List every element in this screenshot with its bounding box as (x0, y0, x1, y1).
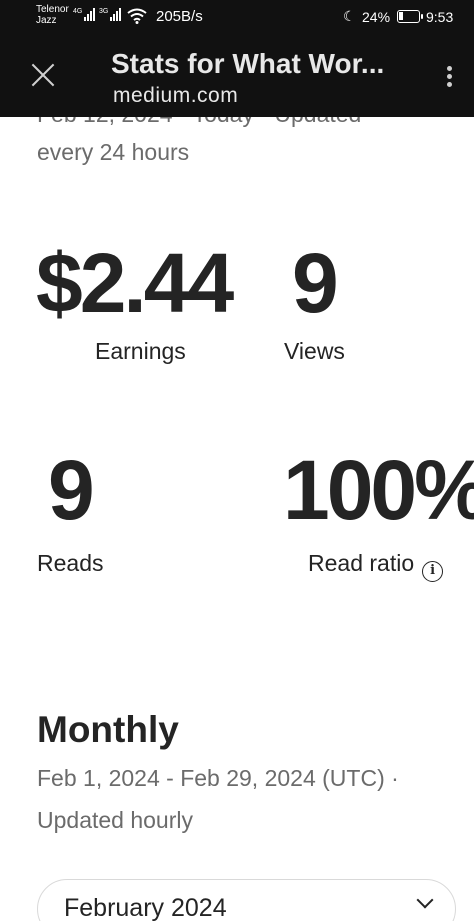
monthly-update-note: Updated hourly (37, 807, 193, 833)
browser-toolbar: Stats for What Wor... medium.com (0, 38, 474, 117)
network-speed: 205B/s (156, 8, 203, 25)
stats-content[interactable]: Feb 12, 2024 · Today · Updated every 24 … (0, 117, 474, 921)
views-label: Views (284, 338, 345, 364)
status-bar: Telenor Jazz 4G 3G 205B/s ☾ 24% 9:53 (0, 0, 474, 38)
month-dropdown-value: February 2024 (64, 894, 227, 921)
reads-label: Reads (37, 550, 104, 576)
battery-icon (397, 10, 423, 23)
read-ratio-value: 100% (283, 443, 474, 537)
carrier-names: Telenor Jazz (36, 4, 76, 26)
reads-value: 9 (48, 443, 95, 537)
earnings-value: $2.44 (36, 236, 234, 330)
do-not-disturb-icon: ☾ (343, 8, 356, 24)
battery-percentage: 24% (362, 9, 391, 25)
network-type-label: 4G (73, 8, 83, 15)
update-frequency: every 24 hours (37, 139, 190, 165)
close-icon[interactable] (30, 62, 56, 88)
read-ratio-label: Read ratio (308, 550, 415, 576)
earnings-label: Earnings (95, 338, 186, 364)
page-url: medium.com (113, 84, 239, 107)
signal-strength-icon: 4G (73, 8, 96, 21)
monthly-heading: Monthly (37, 709, 179, 750)
network-type-label: 3G (99, 8, 109, 15)
more-vert-icon[interactable] (444, 66, 454, 92)
carrier-name-2: Jazz (36, 15, 57, 26)
signal-strength-icon: 3G (99, 8, 122, 21)
battery-level (399, 12, 403, 20)
status-time: 9:53 (426, 9, 454, 25)
page-title: Stats for What Wor... (111, 48, 385, 79)
chevron-down-icon (416, 891, 434, 909)
info-icon[interactable]: i (422, 561, 444, 582)
month-dropdown[interactable]: February 2024 (37, 879, 456, 921)
read-ratio-label-group: Read ratio i (308, 550, 444, 582)
wifi-icon (127, 8, 147, 24)
views-value: 9 (292, 236, 339, 330)
story-meta-line: Feb 12, 2024 · Today · Updated (37, 117, 361, 128)
monthly-date-range: Feb 1, 2024 - Feb 29, 2024 (UTC) · (37, 765, 399, 791)
carrier-name-1: Telenor (36, 4, 69, 15)
